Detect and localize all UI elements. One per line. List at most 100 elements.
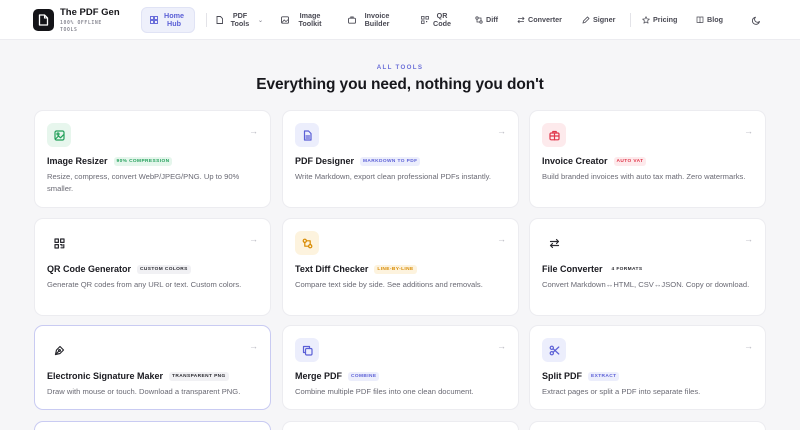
arrow-right-icon: → xyxy=(249,341,258,351)
nav-pricing-label: Pricing xyxy=(653,15,678,24)
tool-card-partial[interactable] xyxy=(529,421,766,430)
tool-description: Write Markdown, export clean professiona… xyxy=(295,172,491,181)
nav-invoice-builder-label: Invoice Builder xyxy=(364,11,390,28)
nav-blog[interactable]: Blog xyxy=(695,0,723,40)
top-nav: The PDF Gen 100% OFFLINE TOOLS Home Hub … xyxy=(0,0,800,40)
tool-badge: LINE-BY-LINE xyxy=(374,264,417,274)
nav-pdf-tools-label: PDF Tools xyxy=(230,11,250,28)
tool-name: Electronic Signature Maker xyxy=(47,371,164,381)
tool-badge: CUSTOM COLORS xyxy=(137,264,191,274)
tool-card-split-pdf[interactable]: → Split PDF EXTRACT Extract pages or split … xyxy=(529,325,766,410)
tool-title-row: Electronic Signature Maker TRANSPARENT PN… xyxy=(47,371,229,381)
nav-qr-code-label: QR Code xyxy=(433,11,451,28)
section-eyebrow: ALL TOOLS xyxy=(376,64,424,71)
tool-card-image-resizer[interactable]: → Image Resizer 90% COMPRESSION Resize, com… xyxy=(34,110,271,208)
image-icon xyxy=(47,123,71,147)
swap-arrows-icon xyxy=(516,16,525,25)
pen-nib-icon xyxy=(47,338,71,362)
theme-toggle-button[interactable] xyxy=(751,0,761,40)
chevron-down-icon: ⌄ xyxy=(258,17,264,24)
nav-pdf-tools[interactable]: PDF Tools ⌄ xyxy=(215,0,263,40)
nav-invoice-builder[interactable]: Invoice Builder xyxy=(347,0,395,40)
tool-description: Extract pages or split a PDF into separa… xyxy=(542,387,701,396)
tool-name: Merge PDF xyxy=(295,371,343,381)
tool-card-qr-code-generator[interactable]: → QR Code Generator CUSTOM COLORS Generate … xyxy=(34,218,271,316)
tool-card-text-diff-checker[interactable]: → Text Diff Checker LINE-BY-LINE Compare te… xyxy=(282,218,519,316)
nav-pricing[interactable]: Pricing xyxy=(641,0,677,40)
brand-title[interactable]: The PDF Gen xyxy=(60,7,120,18)
tool-card-partial[interactable] xyxy=(282,421,519,430)
moon-icon xyxy=(751,15,761,25)
tool-card-invoice-creator[interactable]: → Invoice Creator AUTO VAT Build branded in… xyxy=(529,110,766,208)
tool-title-row: Split PDF EXTRACT xyxy=(542,371,620,381)
tool-description: Draw with mouse or touch. Download a tra… xyxy=(47,387,241,396)
nav-diff-label: Diff xyxy=(486,15,498,24)
tool-title-row: QR Code Generator CUSTOM COLORS xyxy=(47,264,191,274)
tool-badge: 4 FORMATS xyxy=(608,264,646,274)
tool-name: PDF Designer xyxy=(295,156,355,166)
tool-badge: AUTO VAT xyxy=(613,156,647,166)
briefcase-icon xyxy=(347,16,356,25)
nav-converter-label: Converter xyxy=(528,15,562,24)
image-icon xyxy=(280,16,289,25)
tool-title-row: Merge PDF COMBINE xyxy=(295,371,380,381)
nav-signer-label: Signer xyxy=(593,15,616,24)
nav-converter[interactable]: Converter xyxy=(516,0,562,40)
copy-icon xyxy=(295,338,319,362)
nav-image-toolkit-label: Image Toolkit xyxy=(298,11,322,28)
arrow-right-icon: → xyxy=(497,126,506,136)
page-title: Everything you need, nothing you don't xyxy=(256,76,544,93)
qr-code-icon xyxy=(420,16,429,25)
tool-name: QR Code Generator xyxy=(47,264,132,274)
tool-name: Invoice Creator xyxy=(542,156,608,166)
arrow-right-icon: → xyxy=(249,234,258,244)
tool-name: File Converter xyxy=(542,264,603,274)
book-icon xyxy=(695,16,704,25)
pen-icon xyxy=(581,16,590,25)
nav-diff[interactable]: Diff xyxy=(474,0,498,40)
tool-name: Image Resizer xyxy=(47,156,108,166)
nav-signer[interactable]: Signer xyxy=(581,0,615,40)
file-icon xyxy=(215,16,224,25)
tool-card-merge-pdf[interactable]: → Merge PDF COMBINE Combine multiple PDF fi… xyxy=(282,325,519,410)
swap-arrows-icon xyxy=(542,231,566,255)
tool-card-pdf-designer[interactable]: → PDF Designer MARKDOWN TO PDF Write Markdo… xyxy=(282,110,519,208)
tool-title-row: PDF Designer MARKDOWN TO PDF xyxy=(295,156,421,166)
tool-badge: MARKDOWN TO PDF xyxy=(360,156,421,166)
tool-badge: COMBINE xyxy=(348,371,380,381)
tool-badge: 90% COMPRESSION xyxy=(113,156,173,166)
nav-qr-code[interactable]: QR Code xyxy=(420,0,452,40)
tool-description: Generate QR codes from any URL or text. … xyxy=(47,280,242,289)
star-icon xyxy=(641,16,650,25)
tool-badge: EXTRACT xyxy=(588,371,620,381)
nav-divider xyxy=(630,13,631,27)
grid-icon xyxy=(149,16,158,25)
tool-description: Build branded invoices with auto tax mat… xyxy=(542,172,746,181)
nav-home-hub[interactable]: Home Hub xyxy=(141,7,195,33)
tool-name: Text Diff Checker xyxy=(295,264,369,274)
tool-title-row: Text Diff Checker LINE-BY-LINE xyxy=(295,264,417,274)
tool-name: Split PDF xyxy=(542,371,582,381)
logo-icon[interactable] xyxy=(33,9,54,31)
tool-description: Combine multiple PDF files into one clea… xyxy=(295,387,474,396)
tool-card-partial[interactable] xyxy=(34,421,271,430)
scissors-icon xyxy=(542,338,566,362)
document-icon xyxy=(295,123,319,147)
tool-description: Compare text side by side. See additions… xyxy=(295,280,483,289)
arrow-right-icon: → xyxy=(497,234,506,244)
tool-card-file-converter[interactable]: → File Converter 4 FORMATS Convert Markdown… xyxy=(529,218,766,316)
arrow-right-icon: → xyxy=(497,341,506,351)
arrow-right-icon: → xyxy=(249,126,258,136)
diff-icon xyxy=(295,231,319,255)
tool-card-electronic-signature-maker[interactable]: → Electronic Signature Maker TRANSPARENT P… xyxy=(34,325,271,410)
tool-title-row: File Converter 4 FORMATS xyxy=(542,264,646,274)
nav-image-toolkit[interactable]: Image Toolkit xyxy=(280,0,328,40)
diff-icon xyxy=(474,16,483,25)
arrow-right-icon: → xyxy=(744,341,753,351)
tool-title-row: Image Resizer 90% COMPRESSION xyxy=(47,156,173,166)
qr-code-icon xyxy=(47,231,71,255)
tool-description: Resize, compress, convert WebP/JPEG/PNG.… xyxy=(47,172,240,193)
tool-title-row: Invoice Creator AUTO VAT xyxy=(542,156,647,166)
nav-blog-label: Blog xyxy=(707,15,723,24)
arrow-right-icon: → xyxy=(744,126,753,136)
